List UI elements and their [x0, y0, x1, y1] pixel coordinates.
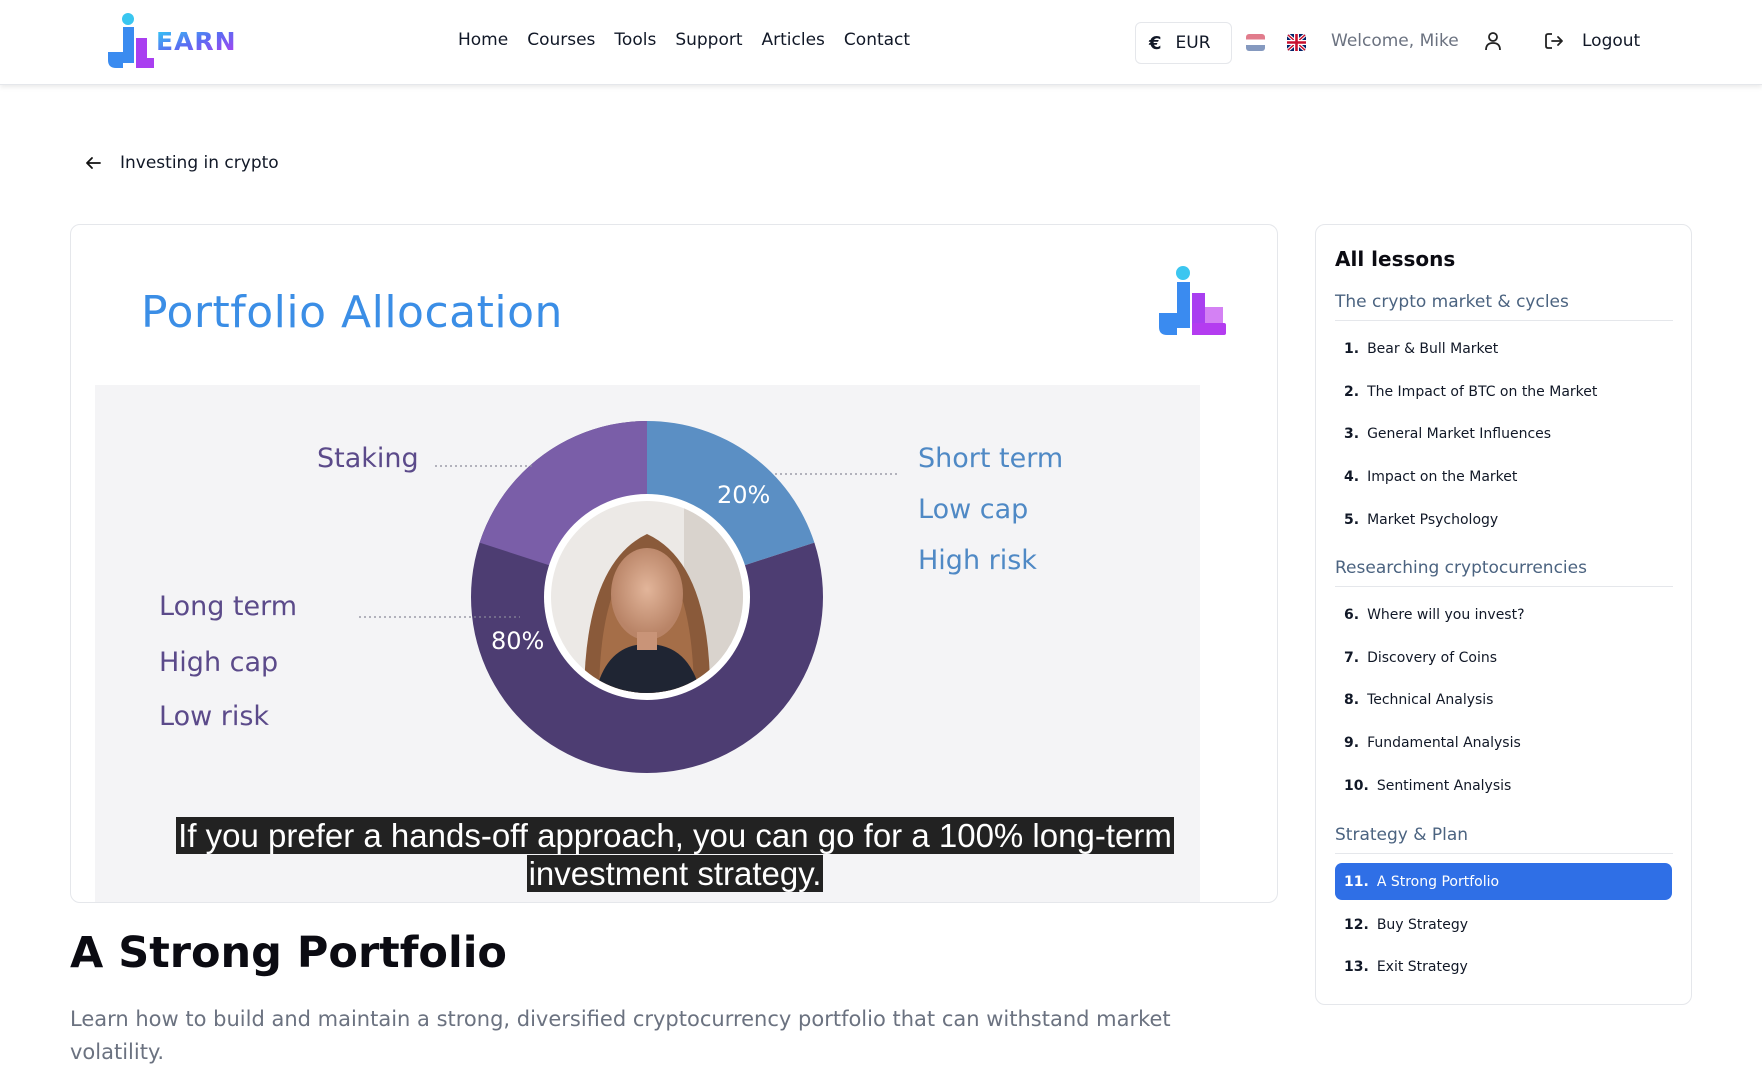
label-short-term: Short term	[918, 443, 1064, 474]
top-navbar: EARN Home Courses Tools Support Articles…	[0, 0, 1762, 85]
caption-line-1: If you prefer a hands-off approach, you …	[176, 817, 1174, 854]
section-title-strategy: Strategy & Plan	[1335, 825, 1673, 854]
lesson-number: 13.	[1344, 958, 1369, 975]
label-low-cap: Low cap	[918, 494, 1029, 525]
lesson-label: Technical Analysis	[1367, 691, 1494, 708]
lesson-number: 11.	[1344, 873, 1369, 890]
lesson-item-12[interactable]: 12. Buy Strategy	[1335, 906, 1672, 943]
currency-label: EUR	[1175, 33, 1211, 53]
lesson-item-5[interactable]: 5. Market Psychology	[1335, 501, 1672, 538]
svg-text:EARN: EARN	[156, 27, 236, 56]
arrow-left-icon[interactable]	[84, 155, 102, 171]
lesson-label: Where will you invest?	[1367, 606, 1525, 623]
presenter-avatar	[544, 494, 750, 700]
flag-uk-icon[interactable]	[1287, 34, 1306, 51]
lesson-number: 10.	[1344, 777, 1369, 794]
slide-title: Portfolio Allocation	[141, 287, 563, 338]
lesson-number: 5.	[1344, 511, 1360, 528]
lesson-item-13[interactable]: 13. Exit Strategy	[1335, 948, 1672, 985]
lessons-sidebar: All lessons The crypto market & cycles 1…	[1315, 224, 1692, 1005]
lesson-number: 4.	[1344, 468, 1360, 485]
nav-home[interactable]: Home	[458, 30, 508, 50]
lesson-item-7[interactable]: 7. Discovery of Coins	[1335, 639, 1672, 676]
lesson-label: Sentiment Analysis	[1376, 777, 1512, 794]
user-icon[interactable]	[1484, 31, 1502, 51]
lesson-item-4[interactable]: 4. Impact on the Market	[1335, 458, 1672, 495]
lesson-item-11-active[interactable]: 11. A Strong Portfolio	[1335, 863, 1672, 900]
lesson-number: 9.	[1344, 734, 1360, 751]
lesson-item-8[interactable]: 8. Technical Analysis	[1335, 681, 1672, 718]
label-staking: Staking	[317, 443, 419, 474]
caption-line-2: investment strategy.	[526, 855, 824, 892]
logo[interactable]: EARN	[106, 12, 236, 72]
label-low-risk: Low risk	[159, 701, 270, 732]
slice-label-20: 20%	[717, 481, 771, 509]
breadcrumb[interactable]: Investing in crypto	[84, 153, 279, 173]
lesson-label: Bear & Bull Market	[1367, 340, 1499, 357]
lesson-item-10[interactable]: 10. Sentiment Analysis	[1335, 767, 1672, 804]
euro-icon: €	[1149, 32, 1162, 54]
lesson-label: Fundamental Analysis	[1367, 734, 1521, 751]
slide-logo	[1159, 266, 1226, 335]
lesson-description: Learn how to build and maintain a strong…	[70, 1007, 1171, 1064]
label-long-term: Long term	[159, 591, 298, 622]
lesson-item-1[interactable]: 1. Bear & Bull Market	[1335, 330, 1672, 367]
nav-courses[interactable]: Courses	[527, 30, 595, 50]
lesson-item-9[interactable]: 9. Fundamental Analysis	[1335, 724, 1672, 761]
flag-nl-icon[interactable]	[1246, 34, 1265, 51]
logout-button[interactable]: Logout	[1544, 31, 1640, 51]
welcome-text: Welcome, Mike	[1331, 31, 1459, 51]
section-title-crypto-market: The crypto market & cycles	[1335, 292, 1673, 321]
logout-label: Logout	[1582, 31, 1641, 51]
lesson-label: Discovery of Coins	[1367, 649, 1498, 666]
currency-selector[interactable]: € EUR	[1135, 22, 1232, 64]
nav-contact[interactable]: Contact	[844, 30, 910, 50]
lesson-number: 3.	[1344, 425, 1360, 442]
lesson-label: Exit Strategy	[1376, 958, 1468, 975]
nav-articles[interactable]: Articles	[762, 30, 825, 50]
lesson-number: 6.	[1344, 606, 1360, 623]
logout-icon	[1545, 33, 1563, 49]
label-high-cap: High cap	[159, 647, 279, 678]
lesson-label: The Impact of BTC on the Market	[1367, 383, 1598, 400]
nav-tools[interactable]: Tools	[614, 30, 656, 50]
lesson-label: Buy Strategy	[1376, 916, 1469, 933]
label-high-risk: High risk	[918, 545, 1037, 576]
lesson-label: Impact on the Market	[1367, 468, 1518, 485]
lesson-number: 8.	[1344, 691, 1360, 708]
lesson-number: 2.	[1344, 383, 1360, 400]
sidebar-title: All lessons	[1335, 247, 1456, 271]
lesson-item-6[interactable]: 6. Where will you invest?	[1335, 596, 1672, 633]
lesson-label: A Strong Portfolio	[1376, 873, 1500, 890]
video-caption: If you prefer a hands-off approach, you …	[71, 817, 1277, 893]
video-player[interactable]: Portfolio Allocation Staking Short term …	[70, 224, 1278, 903]
section-title-researching: Researching cryptocurrencies	[1335, 558, 1673, 587]
lesson-label: General Market Influences	[1367, 425, 1552, 442]
lesson-number: 1.	[1344, 340, 1360, 357]
lesson-label: Market Psychology	[1367, 511, 1499, 528]
breadcrumb-course-title[interactable]: Investing in crypto	[120, 153, 279, 173]
lesson-item-3[interactable]: 3. General Market Influences	[1335, 415, 1672, 452]
nav-support[interactable]: Support	[675, 30, 742, 50]
slice-label-80: 80%	[491, 627, 545, 655]
main-nav: Home Courses Tools Support Articles Cont…	[458, 30, 910, 50]
lesson-number: 12.	[1344, 916, 1369, 933]
lesson-number: 7.	[1344, 649, 1360, 666]
lesson-item-2[interactable]: 2. The Impact of BTC on the Market	[1335, 373, 1672, 410]
lesson-title: A Strong Portfolio	[70, 928, 507, 978]
